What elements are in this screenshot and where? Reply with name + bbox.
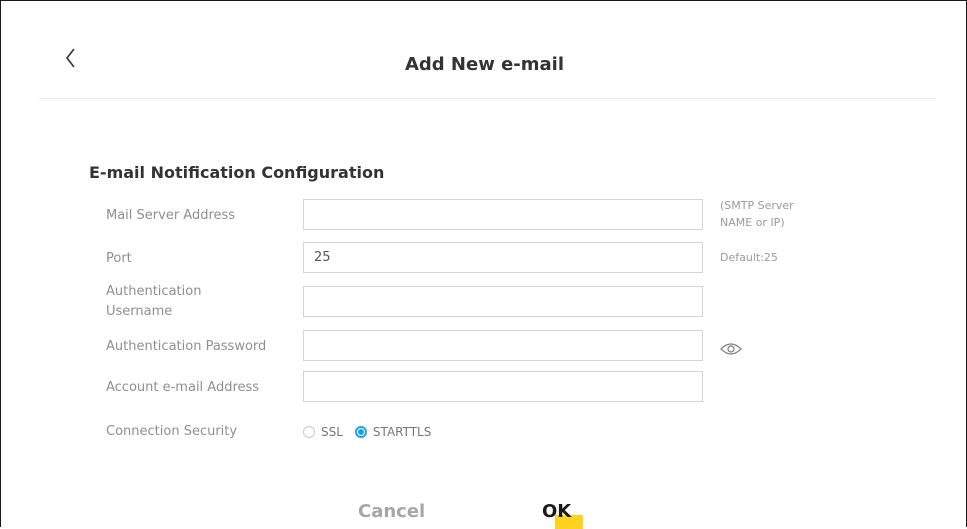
mail-server-hint: (SMTP Server NAME or IP) [720, 199, 794, 229]
section-title: E-mail Notification Configuration [89, 163, 385, 182]
ssl-label: SSL [321, 425, 343, 439]
ssl-radio[interactable] [303, 426, 315, 438]
dialog-frame: Add New e-mail E-mail Notification Confi… [0, 0, 967, 529]
ssl-option[interactable]: SSL [303, 425, 343, 439]
mail-server-input[interactable] [303, 199, 703, 230]
account-email-input[interactable] [303, 371, 703, 402]
cancel-button[interactable]: Cancel [358, 501, 425, 522]
account-email-label: Account e-mail Address [106, 380, 260, 395]
auth-username-label: Authentication Username [106, 284, 202, 319]
port-input[interactable] [303, 242, 703, 273]
auth-password-label: Authentication Password [106, 339, 267, 354]
auth-password-input[interactable] [303, 330, 703, 361]
mail-server-label: Mail Server Address [106, 208, 236, 223]
port-hint: Default:25 [720, 251, 778, 264]
header-divider [39, 98, 936, 99]
dialog-title: Add New e-mail [404, 54, 565, 75]
ok-button[interactable]: OK [542, 501, 571, 522]
eye-icon [720, 343, 742, 355]
port-label: Port [106, 251, 132, 266]
connection-security-radio-group: SSL STARTTLS [303, 423, 443, 441]
connection-security-label: Connection Security [106, 424, 238, 439]
starttls-option[interactable]: STARTTLS [354, 425, 432, 439]
show-password-button[interactable] [720, 341, 742, 355]
starttls-label: STARTTLS [372, 425, 432, 439]
starttls-radio[interactable] [354, 426, 367, 438]
auth-username-input[interactable] [303, 286, 703, 317]
